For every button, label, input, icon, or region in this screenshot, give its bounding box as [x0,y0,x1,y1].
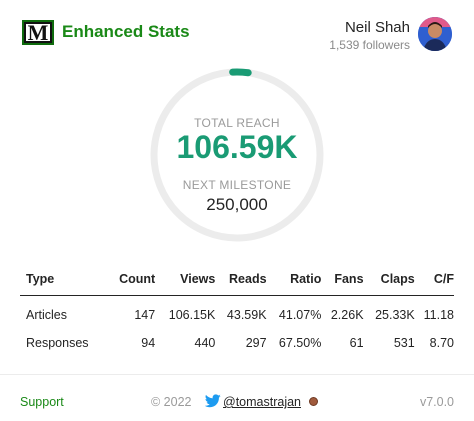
table-cell: 440 [194,336,216,350]
table-cell: Articles [26,308,67,322]
stats-table: Type Count Views Reads Ratio Fans Claps … [20,266,454,357]
table-cell: 297 [245,336,267,350]
column-header-claps: Claps [363,266,415,296]
table-header-row: Type Count Views Reads Ratio Fans Claps … [20,266,454,296]
column-header-type: Type [20,266,109,296]
total-reach-value: 106.59K [176,129,298,165]
medium-logo-icon: M [22,20,54,45]
support-link[interactable]: Support [20,395,64,409]
avatar-image [418,17,452,51]
user-name: Neil Shah [344,19,410,36]
table-row-responses: Responses 94 440 297 67.50% 61 531 8.70 [20,329,454,357]
next-milestone-value: 250,000 [206,195,268,214]
table-cell: 25.33K [375,308,415,322]
copyright-text: © 2022 [151,395,192,409]
table-cell: 43.59K [226,308,267,322]
twitter-handle-link[interactable]: @tomastrajan [223,395,301,409]
table-cell: 531 [393,336,415,350]
column-header-ratio: Ratio [266,266,322,296]
column-header-cf: C/F [414,266,454,296]
header: M Enhanced Stats Neil Shah 1,539 followe… [0,0,474,64]
table-cell: 94 [141,336,156,350]
version-label: v7.0.0 [419,395,454,409]
table-cell: 67.50% [278,336,322,350]
user-followers: 1,539 followers [329,38,410,52]
table-cell: 61 [349,336,364,350]
app-title: Enhanced Stats [62,22,190,41]
column-header-fans: Fans [321,266,364,296]
footer-divider [0,374,474,375]
table-row-articles: Articles 147 106.15K 43.59K 41.07% 2.26K… [20,296,454,330]
table-cell: 41.07% [278,308,322,322]
table-cell: 8.70 [429,336,454,350]
logo-letter: M [24,21,52,43]
table-cell: Responses [26,336,89,350]
table-cell: 11.18 [423,308,454,322]
column-header-views: Views [155,266,216,296]
emoji-icon [309,397,318,406]
column-header-count: Count [108,266,156,296]
column-header-reads: Reads [215,266,267,296]
user-avatar[interactable] [418,17,452,51]
table-cell: 2.26K [330,308,364,322]
total-reach-label: TOTAL REACH [194,116,280,130]
table-cell: 106.15K [168,308,216,322]
next-milestone-label: NEXT MILESTONE [182,178,292,192]
twitter-icon[interactable] [205,394,221,408]
table-cell: 147 [134,308,156,322]
